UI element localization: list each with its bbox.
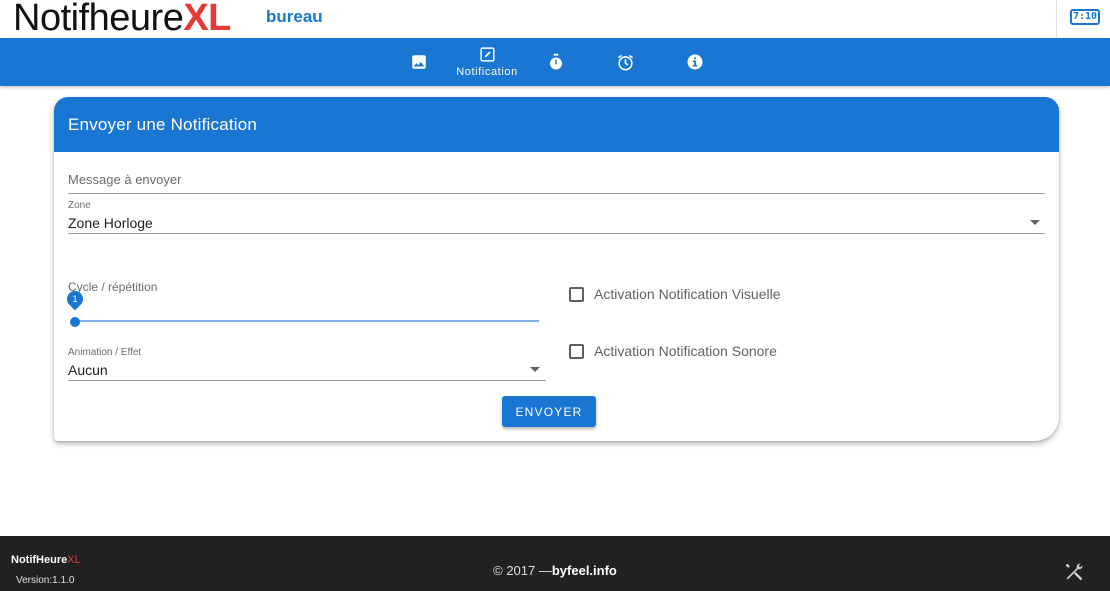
app-footer: NotifHeureXL Version:1.1.0 © 2017 —byfee… bbox=[0, 536, 1110, 591]
notification-card: Envoyer une Notification Message à envoy… bbox=[54, 97, 1059, 441]
sound-notification-checkbox-row[interactable]: Activation Notification Sonore bbox=[569, 343, 777, 359]
zone-select[interactable]: Zone Zone Horloge bbox=[68, 198, 1045, 234]
nav-bar: Notification bbox=[0, 38, 1110, 86]
app-header: NotifheureXL bureau 7:10 bbox=[0, 0, 1110, 40]
nav-item-image[interactable] bbox=[408, 38, 430, 86]
brand-accent: XL bbox=[183, 0, 231, 39]
zone-underline bbox=[68, 233, 1045, 234]
nav-item-alarm[interactable] bbox=[614, 38, 636, 86]
animation-underline bbox=[68, 380, 546, 381]
brand-logo: NotifheureXL bbox=[13, 0, 231, 40]
digital-clock-icon[interactable]: 7:10 bbox=[1070, 9, 1100, 25]
cycle-slider-track[interactable] bbox=[74, 320, 539, 322]
tools-icon[interactable] bbox=[1064, 562, 1084, 582]
cycle-slider-value-bubble: 1 bbox=[63, 287, 87, 311]
edit-icon bbox=[479, 47, 495, 62]
sound-notification-checkbox[interactable] bbox=[569, 343, 584, 359]
device-name: bureau bbox=[266, 7, 323, 26]
card-header: Envoyer une Notification bbox=[54, 97, 1059, 152]
send-button[interactable]: ENVOYER bbox=[502, 396, 596, 427]
cycle-slider-thumb[interactable] bbox=[70, 317, 80, 327]
visual-notification-checkbox-row[interactable]: Activation Notification Visuelle bbox=[569, 286, 781, 302]
stopwatch-icon bbox=[550, 53, 562, 70]
nav-item-info[interactable] bbox=[684, 38, 706, 86]
card-title: Envoyer une Notification bbox=[68, 115, 258, 134]
cycle-slider-value: 1 bbox=[72, 294, 78, 304]
animation-label: Animation / Effet bbox=[68, 347, 142, 358]
info-icon bbox=[687, 54, 703, 70]
message-input[interactable]: Message à envoyer bbox=[68, 167, 1045, 194]
nav-label-notification: Notification bbox=[456, 66, 518, 78]
copyright-prefix: © 2017 — bbox=[493, 563, 552, 578]
animation-value: Aucun bbox=[68, 362, 108, 378]
header-divider bbox=[1056, 0, 1057, 38]
footer-copyright: © 2017 —byfeel.info bbox=[0, 563, 1110, 578]
nav-item-notification[interactable]: Notification bbox=[450, 38, 524, 86]
alarm-icon bbox=[617, 54, 633, 70]
nav-item-timer[interactable] bbox=[545, 38, 567, 86]
chevron-down-icon bbox=[530, 367, 540, 372]
copyright-link[interactable]: byfeel.info bbox=[552, 563, 617, 578]
message-underline bbox=[68, 193, 1045, 194]
visual-notification-checkbox[interactable] bbox=[569, 286, 584, 302]
animation-select[interactable]: Animation / Effet Aucun bbox=[68, 345, 546, 381]
zone-label: Zone bbox=[68, 200, 91, 211]
zone-value: Zone Horloge bbox=[68, 215, 153, 231]
visual-notification-label: Activation Notification Visuelle bbox=[594, 286, 781, 302]
sound-notification-label: Activation Notification Sonore bbox=[594, 343, 777, 359]
chevron-down-icon bbox=[1030, 220, 1040, 225]
brand-main: Notifheure bbox=[13, 0, 184, 39]
message-placeholder: Message à envoyer bbox=[68, 172, 182, 187]
image-icon bbox=[412, 55, 426, 69]
